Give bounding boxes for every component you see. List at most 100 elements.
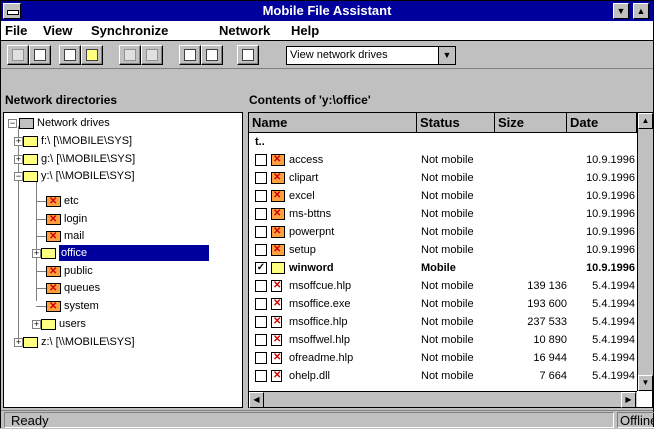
file-row[interactable]: msoffcue.hlp Not mobile 139 136 5.4.1994 [249, 278, 637, 294]
copy-button[interactable] [7, 45, 29, 65]
tree-node-label: public [64, 265, 93, 277]
expand-icon[interactable]: + [14, 154, 23, 164]
minimize-button[interactable]: ▼ [613, 3, 629, 19]
maximize-button[interactable]: ▲ [633, 3, 649, 19]
menu-view[interactable]: View [43, 23, 72, 38]
tree-node-system[interactable]: system [46, 298, 99, 315]
file-row[interactable]: clipart Not mobile 10.9.1996 [249, 170, 637, 186]
scroll-down-arrow-icon[interactable]: ▼ [638, 375, 653, 391]
mobile-checkbox[interactable] [255, 244, 267, 256]
tree-node-drive-g[interactable]: + g:\ [\\MOBILE\SYS] [14, 151, 135, 167]
tree-node-public[interactable]: public [46, 263, 93, 280]
not-mobile-file-icon [271, 368, 282, 384]
tree-node-drive-z[interactable]: + z:\ [\\MOBILE\SYS] [14, 334, 135, 350]
collapse-icon[interactable]: − [8, 118, 17, 128]
dropdown-arrow-icon[interactable]: ▼ [438, 47, 455, 64]
mobile-checkbox[interactable] [255, 190, 267, 202]
details-view-icon [206, 49, 218, 61]
mobile-checkbox[interactable] [255, 370, 267, 382]
open-folder-button[interactable] [81, 45, 103, 65]
mobile-checkbox[interactable] [255, 298, 267, 310]
open-folder-icon [41, 247, 56, 259]
collapse-icon[interactable]: − [14, 171, 23, 181]
network-drive-button[interactable] [237, 45, 259, 65]
file-row[interactable]: msoffice.exe Not mobile 193 600 5.4.1994 [249, 296, 637, 312]
tree-node-drive-f[interactable]: + f:\ [\\MOBILE\SYS] [14, 133, 132, 149]
file-size: 139 136 [527, 280, 567, 292]
not-mobile-file-icon [271, 350, 282, 366]
file-name: ohelp.dll [289, 370, 330, 382]
file-row[interactable]: msoffice.hlp Not mobile 237 533 5.4.1994 [249, 314, 637, 330]
mobile-checkbox[interactable] [255, 226, 267, 238]
file-date: 10.9.1996 [586, 172, 635, 184]
menu-network[interactable]: Network [219, 23, 270, 38]
scroll-left-arrow-icon[interactable]: ◀ [249, 392, 264, 408]
file-row[interactable]: ohelp.dll Not mobile 7 664 5.4.1994 [249, 368, 637, 384]
network-tree: − Network drives + f:\ [\\MOBILE\SYS] + g:\… [3, 112, 243, 408]
file-row[interactable]: setup Not mobile 10.9.1996 [249, 242, 637, 258]
not-mobile-folder-icon [46, 229, 61, 245]
file-row[interactable]: ✓ winword Mobile 10.9.1996 [249, 260, 637, 276]
not-mobile-folder-icon [46, 264, 61, 280]
tree-node-login[interactable]: login [46, 211, 87, 228]
vertical-scrollbar[interactable]: ▲ ▼ [637, 113, 653, 391]
column-header-date[interactable]: Date [567, 113, 637, 133]
mobile-checkbox[interactable] [255, 280, 267, 292]
file-row[interactable]: powerpnt Not mobile 10.9.1996 [249, 224, 637, 240]
view-select[interactable]: View network drives ▼ [286, 46, 456, 65]
tree-node-network-drives[interactable]: − Network drives [8, 115, 110, 131]
file-row[interactable]: access Not mobile 10.9.1996 [249, 152, 637, 168]
not-mobile-file-icon [271, 332, 282, 348]
file-status: Not mobile [421, 370, 474, 382]
menu-help[interactable]: Help [291, 23, 319, 38]
menu-synchronize[interactable]: Synchronize [91, 23, 168, 38]
mobile-checkbox[interactable]: ✓ [255, 262, 267, 274]
new-button[interactable] [59, 45, 81, 65]
sync-all-button[interactable] [141, 45, 163, 65]
tree-node-label: users [59, 318, 86, 330]
tree-node-office[interactable]: + office [32, 245, 209, 261]
tree-node-etc[interactable]: etc [46, 193, 79, 210]
file-date: 10.9.1996 [586, 226, 635, 238]
file-row[interactable]: excel Not mobile 10.9.1996 [249, 188, 637, 204]
not-mobile-file-icon [271, 296, 282, 312]
tree-node-drive-y[interactable]: − y:\ [\\MOBILE\SYS] [14, 168, 135, 184]
sync-button[interactable] [119, 45, 141, 65]
expand-icon[interactable]: + [32, 319, 41, 329]
mobile-checkbox[interactable] [255, 316, 267, 328]
mobile-checkbox[interactable] [255, 334, 267, 346]
file-row[interactable]: msoffwel.hlp Not mobile 10 890 5.4.1994 [249, 332, 637, 348]
drive-folder-icon [23, 170, 38, 182]
scroll-right-arrow-icon[interactable]: ▶ [621, 392, 636, 408]
file-name: ofreadme.hlp [289, 352, 354, 364]
large-icons-button[interactable] [179, 45, 201, 65]
column-header-status[interactable]: Status [417, 113, 495, 133]
horizontal-scrollbar[interactable]: ◀ ▶ [249, 391, 637, 408]
menu-file[interactable]: File [5, 23, 27, 38]
tree-node-label: mail [64, 230, 85, 242]
mobile-checkbox[interactable] [255, 154, 267, 166]
mobile-checkbox[interactable] [255, 172, 267, 184]
connection-status: Offline [617, 412, 654, 428]
column-header-size[interactable]: Size [495, 113, 567, 133]
scroll-up-arrow-icon[interactable]: ▲ [638, 113, 653, 129]
contents-panel-header: Contents of 'y:\office' [249, 93, 371, 107]
expand-icon[interactable]: + [14, 136, 23, 146]
mobile-checkbox[interactable] [255, 208, 267, 220]
parent-directory-link[interactable]: t.. [255, 134, 265, 150]
file-row[interactable]: ms-bttns Not mobile 10.9.1996 [249, 206, 637, 222]
parent-directory-row[interactable]: t.. [249, 134, 637, 150]
tree-node-mail[interactable]: mail [46, 228, 85, 245]
mobile-checkbox[interactable] [255, 352, 267, 364]
file-row[interactable]: ofreadme.hlp Not mobile 16 944 5.4.1994 [249, 350, 637, 366]
cut-button[interactable] [29, 45, 51, 65]
tree-node-queues[interactable]: queues [46, 280, 100, 297]
tree-node-users[interactable]: + users [32, 316, 86, 332]
column-header-name[interactable]: Name [249, 113, 417, 133]
open-folder-icon [86, 49, 98, 61]
file-status: Not mobile [421, 334, 474, 346]
expand-icon[interactable]: + [32, 248, 41, 258]
folder-icon [41, 318, 56, 330]
details-view-button[interactable] [201, 45, 223, 65]
expand-icon[interactable]: + [14, 337, 23, 347]
